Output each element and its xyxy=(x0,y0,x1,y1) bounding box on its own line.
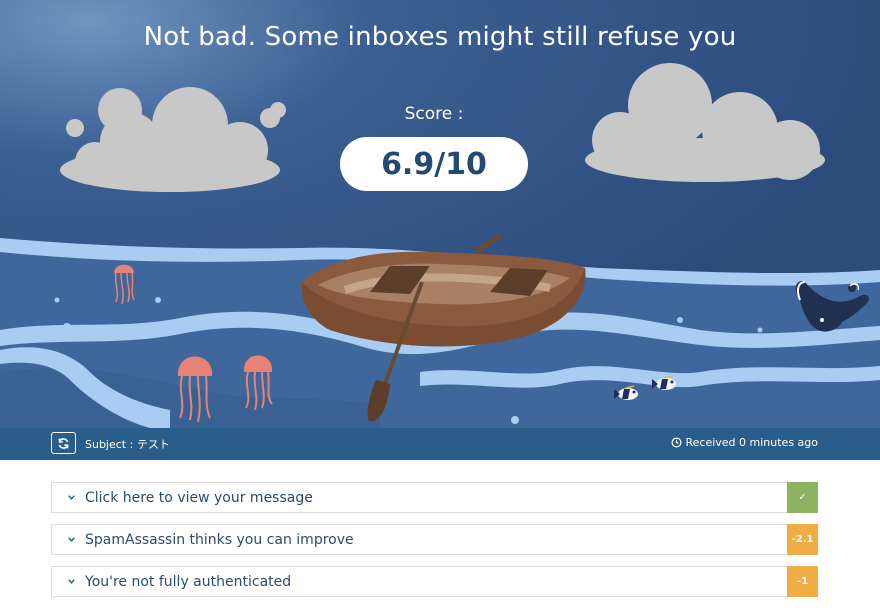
refresh-button[interactable] xyxy=(51,432,76,454)
score-pill: 6.9/10 xyxy=(340,137,528,191)
received-text: Received 0 minutes ago xyxy=(685,436,818,449)
score-badge: -1 xyxy=(787,566,818,597)
result-label: You're not fully authenticated xyxy=(85,573,292,590)
subject-text: Subject : テスト xyxy=(85,438,170,451)
refresh-icon xyxy=(58,437,69,449)
result-row-spamassassin[interactable]: SpamAssassin thinks you can improve -2.1 xyxy=(51,524,818,555)
chevron-down-icon xyxy=(67,493,79,502)
ocean-illustration xyxy=(0,0,880,428)
clock-icon xyxy=(671,437,682,448)
page-title: Not bad. Some inboxes might still refuse… xyxy=(143,22,737,52)
result-label: Click here to view your message xyxy=(85,489,313,506)
subject-bar: Subject : テスト Received 0 minutes ago xyxy=(0,428,880,460)
results-list: Click here to view your message ✓ SpamAs… xyxy=(51,482,818,608)
result-label: SpamAssassin thinks you can improve xyxy=(85,531,354,548)
score-label: Score : xyxy=(404,104,464,124)
received-info: Received 0 minutes ago xyxy=(671,436,818,449)
result-row-authentication[interactable]: You're not fully authenticated -1 xyxy=(51,566,818,597)
score-value: 6.9/10 xyxy=(381,146,487,182)
result-row-view-message[interactable]: Click here to view your message ✓ xyxy=(51,482,818,513)
hero-banner: Not bad. Some inboxes might still refuse… xyxy=(0,0,880,428)
chevron-down-icon xyxy=(67,577,79,586)
score-badge: -2.1 xyxy=(787,524,818,555)
chevron-down-icon xyxy=(67,535,79,544)
check-badge: ✓ xyxy=(787,482,818,513)
